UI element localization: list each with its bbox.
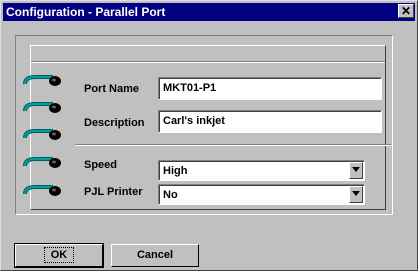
dropdown-arrow-icon xyxy=(352,191,360,196)
dropdown-arrow-icon xyxy=(352,167,360,172)
spiral-ring-icon xyxy=(23,102,61,113)
description-input[interactable]: Carl's inkjet xyxy=(158,110,382,133)
ok-button[interactable]: OK xyxy=(14,243,104,268)
speed-dropdown[interactable]: High xyxy=(158,160,365,181)
description-label: Description xyxy=(84,117,145,129)
pjl-printer-dropdown[interactable]: No xyxy=(158,184,365,205)
title-bar[interactable]: Configuration - Parallel Port ✕ xyxy=(3,3,415,21)
pjl-printer-value: No xyxy=(159,185,364,204)
notebook-top-strip xyxy=(31,46,385,62)
ok-button-label: OK xyxy=(43,247,75,263)
section-divider xyxy=(75,144,391,146)
port-name-label: Port Name xyxy=(84,83,140,95)
close-icon: ✕ xyxy=(400,4,412,18)
spiral-ring-icon xyxy=(23,185,61,196)
speed-label: Speed xyxy=(84,159,118,171)
config-dialog: Configuration - Parallel Port ✕ Port Nam… xyxy=(0,0,418,271)
window-title: Configuration - Parallel Port xyxy=(6,5,166,19)
spiral-ring-icon xyxy=(23,75,61,86)
cancel-button-label: Cancel xyxy=(136,249,174,261)
port-name-input[interactable]: MKT01-P1 xyxy=(158,77,382,100)
spiral-ring-icon xyxy=(23,129,61,140)
close-button[interactable]: ✕ xyxy=(398,4,414,18)
port-name-value: MKT01-P1 xyxy=(159,78,381,99)
speed-dropdown-button[interactable] xyxy=(349,162,363,179)
speed-value: High xyxy=(159,161,364,180)
pjl-printer-dropdown-button[interactable] xyxy=(349,186,363,203)
spiral-ring-icon xyxy=(23,157,61,168)
pjl-printer-label: PJL Printer xyxy=(84,186,143,198)
cancel-button[interactable]: Cancel xyxy=(111,244,199,267)
description-value: Carl's inkjet xyxy=(159,111,381,132)
